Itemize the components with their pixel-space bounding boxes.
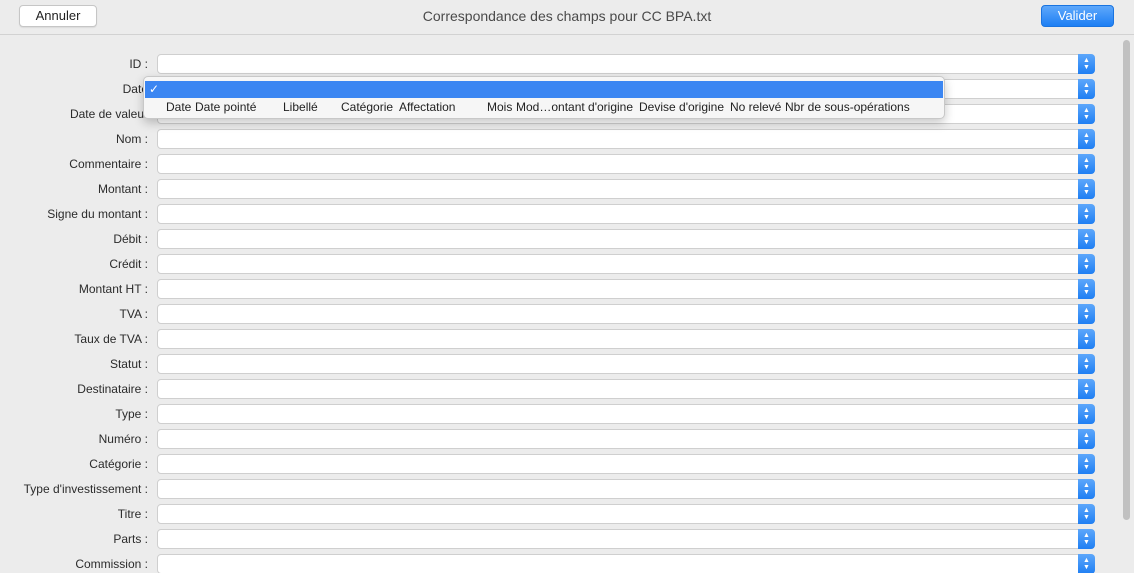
up-down-arrows-icon[interactable]: ▲ ▼ — [1078, 329, 1095, 349]
field-row: Catégorie : ▲ ▼ — [0, 454, 1120, 479]
field-row: Statut : ▲ ▼ — [0, 354, 1120, 379]
option-part: Mod…ontant d'origine — [516, 100, 634, 114]
field-column-select[interactable]: ▲ ▼ — [157, 254, 1095, 274]
up-down-arrows-icon[interactable]: ▲ ▼ — [1078, 54, 1095, 74]
option-part: Date pointé — [195, 100, 257, 114]
up-down-arrows-icon[interactable]: ▲ ▼ — [1078, 129, 1095, 149]
field-label: Commission : — [75, 557, 148, 571]
field-column-select[interactable]: ▲ ▼ — [157, 229, 1095, 249]
field-label: Montant HT : — [78, 282, 148, 296]
field-row: Destinataire : ▲ ▼ — [0, 379, 1120, 404]
up-down-arrows-icon[interactable]: ▲ ▼ — [1078, 554, 1095, 573]
field-label: Titre : — [117, 507, 148, 521]
up-down-arrows-icon[interactable]: ▲ ▼ — [1078, 204, 1095, 224]
field-row: Titre : ▲ ▼ — [0, 504, 1120, 529]
field-row: Montant HT : ▲ ▼ — [0, 279, 1120, 304]
field-row: Numéro : ▲ ▼ — [0, 429, 1120, 454]
up-down-arrows-icon[interactable]: ▲ ▼ — [1078, 179, 1095, 199]
up-down-arrows-icon[interactable]: ▲ ▼ — [1078, 379, 1095, 399]
field-column-select[interactable]: ▲ ▼ — [157, 54, 1095, 74]
field-column-select[interactable]: ▲ ▼ — [157, 329, 1095, 349]
up-down-arrows-icon[interactable]: ▲ ▼ — [1078, 429, 1095, 449]
up-down-arrows-icon[interactable]: ▲ ▼ — [1078, 304, 1095, 324]
field-label: Type d'investissement : — [23, 482, 148, 496]
field-label: Destinataire : — [77, 382, 148, 396]
field-label: Signe du montant : — [47, 207, 148, 221]
field-column-select[interactable]: ▲ ▼ — [157, 454, 1095, 474]
option-part: Catégorie — [341, 100, 394, 114]
field-row: Crédit : ▲ ▼ — [0, 254, 1120, 279]
option-part: Nbr de sous-opérations — [785, 100, 910, 114]
field-column-select[interactable]: ▲ ▼ — [157, 304, 1095, 324]
field-column-select[interactable]: ▲ ▼ — [157, 354, 1095, 374]
up-down-arrows-icon[interactable]: ▲ ▼ — [1078, 504, 1095, 524]
field-label: Crédit : — [109, 257, 148, 271]
field-label: Commentaire : — [69, 157, 148, 171]
checkmark-icon: ✓ — [149, 82, 160, 96]
field-label: Date de valeur — [69, 107, 148, 121]
field-column-select[interactable]: ▲ ▼ — [157, 529, 1095, 549]
up-down-arrows-icon[interactable]: ▲ ▼ — [1078, 254, 1095, 274]
field-label: Nom : — [115, 132, 148, 146]
field-row: Commentaire : ▲ ▼ — [0, 154, 1120, 179]
field-row: Parts : ▲ ▼ — [0, 529, 1120, 554]
field-label: Montant : — [97, 182, 148, 196]
field-column-select[interactable]: ▲ ▼ — [157, 504, 1095, 524]
field-label: Numéro : — [98, 432, 148, 446]
field-row: TVA : ▲ ▼ — [0, 304, 1120, 329]
validate-button[interactable]: Valider — [1041, 5, 1114, 27]
field-column-select[interactable]: ▲ ▼ — [157, 154, 1095, 174]
up-down-arrows-icon[interactable]: ▲ ▼ — [1078, 79, 1095, 99]
vertical-scrollbar[interactable] — [1123, 40, 1130, 520]
option-part: Date — [166, 100, 192, 114]
field-label: Taux de TVA : — [74, 332, 148, 346]
field-column-select[interactable]: ▲ ▼ — [157, 404, 1095, 424]
field-label: Date — [122, 82, 148, 96]
field-column-select[interactable]: ▲ ▼ — [157, 554, 1095, 573]
option-part: Affectation — [399, 100, 456, 114]
field-column-select[interactable]: ▲ ▼ — [157, 279, 1095, 299]
up-down-arrows-icon[interactable]: ▲ ▼ — [1078, 104, 1095, 124]
field-row: Type : ▲ ▼ — [0, 404, 1120, 429]
up-down-arrows-icon[interactable]: ▲ ▼ — [1078, 454, 1095, 474]
up-down-arrows-icon[interactable]: ▲ ▼ — [1078, 154, 1095, 174]
field-row: Commission : ▲ ▼ — [0, 554, 1120, 573]
window-title: Correspondance des champs pour CC BPA.tx… — [422, 8, 712, 24]
field-row: Taux de TVA : ▲ ▼ — [0, 329, 1120, 354]
field-row: Débit : ▲ ▼ — [0, 229, 1120, 254]
up-down-arrows-icon[interactable]: ▲ ▼ — [1078, 404, 1095, 424]
field-row: Signe du montant : ▲ ▼ — [0, 204, 1120, 229]
field-row: Nom : ▲ ▼ — [0, 129, 1120, 154]
option-part: Mois — [487, 100, 513, 114]
field-row: Type d'investissement : ▲ ▼ — [0, 479, 1120, 504]
up-down-arrows-icon[interactable]: ▲ ▼ — [1078, 479, 1095, 499]
column-dropdown-menu: ✓ Date Date pointé Libellé Catégorie Aff… — [143, 76, 945, 119]
sheet-toolbar: Annuler Correspondance des champs pour C… — [0, 0, 1134, 35]
field-label: Catégorie : — [89, 457, 148, 471]
up-down-arrows-icon[interactable]: ▲ ▼ — [1078, 229, 1095, 249]
field-column-select[interactable]: ▲ ▼ — [157, 379, 1095, 399]
option-part: No relevé — [730, 100, 782, 114]
field-row: Montant : ▲ ▼ — [0, 179, 1120, 204]
dropdown-option-empty-selected[interactable]: ✓ — [145, 81, 943, 98]
field-label: Débit : — [113, 232, 148, 246]
option-part: Libellé — [283, 100, 318, 114]
dropdown-option-column-headers[interactable]: Date Date pointé Libellé Catégorie Affec… — [145, 98, 943, 115]
up-down-arrows-icon[interactable]: ▲ ▼ — [1078, 279, 1095, 299]
field-column-select[interactable]: ▲ ▼ — [157, 129, 1095, 149]
up-down-arrows-icon[interactable]: ▲ ▼ — [1078, 354, 1095, 374]
field-column-select[interactable]: ▲ ▼ — [157, 479, 1095, 499]
field-label: Statut : — [109, 357, 148, 371]
field-label: ID : — [129, 57, 148, 71]
option-part: Devise d'origine — [639, 100, 725, 114]
field-column-select[interactable]: ▲ ▼ — [157, 204, 1095, 224]
field-column-select[interactable]: ▲ ▼ — [157, 179, 1095, 199]
up-down-arrows-icon[interactable]: ▲ ▼ — [1078, 529, 1095, 549]
field-label: Parts : — [113, 532, 148, 546]
field-label: TVA : — [119, 307, 148, 321]
field-label: Type : — [115, 407, 148, 421]
field-column-select[interactable]: ▲ ▼ — [157, 429, 1095, 449]
